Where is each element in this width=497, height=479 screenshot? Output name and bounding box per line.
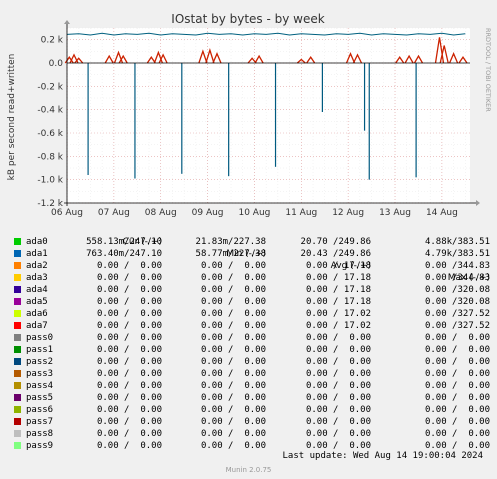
y-tick-label: -1.0 k <box>37 176 63 186</box>
y-tick-label: -0.2 k <box>37 82 63 92</box>
x-tick-label: 13 Aug <box>379 208 411 218</box>
y-tick-label: -0.6 k <box>37 129 63 139</box>
x-tick-label: 06 Aug <box>51 208 83 218</box>
y-axis-arrow <box>64 20 70 24</box>
y-tick-label: -0.4 k <box>37 106 63 116</box>
y-tick-label: 0.2 k <box>41 36 64 46</box>
x-tick-label: 07 Aug <box>98 208 130 218</box>
x-tick-label: 11 Aug <box>285 208 317 218</box>
y-axis-label: kB per second read+written <box>7 54 17 181</box>
y-tick-label: 0.0 <box>49 59 64 69</box>
x-tick-label: 09 Aug <box>192 208 224 218</box>
y-tick-label: -1.2 k <box>37 199 63 209</box>
x-tick-label: 10 Aug <box>238 208 270 218</box>
plot-area <box>67 28 470 203</box>
y-tick-label: -0.8 k <box>37 152 63 162</box>
watermark: RRDTOOL / TOBI OETIKER <box>484 28 492 112</box>
x-tick-label: 14 Aug <box>426 208 458 218</box>
chart-title: IOstat by bytes - by week <box>171 12 324 26</box>
chart: IOstat by bytes - by week kB per second … <box>7 12 492 218</box>
x-tick-label: 12 Aug <box>332 208 364 218</box>
x-tick-label: 08 Aug <box>145 208 177 218</box>
x-axis-arrow <box>476 200 480 206</box>
